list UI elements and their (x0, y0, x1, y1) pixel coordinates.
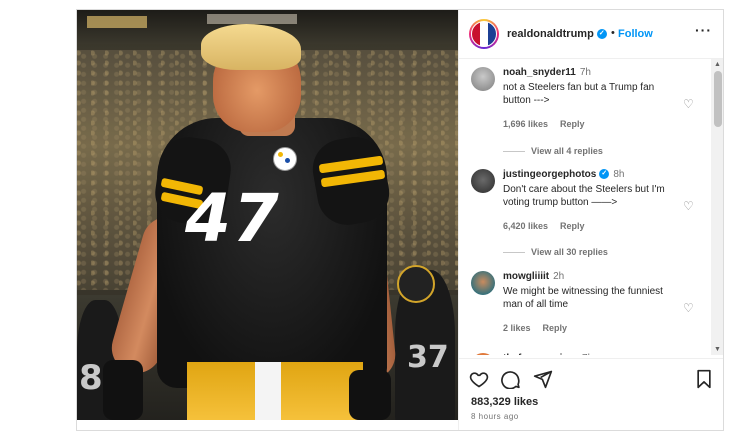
commenter-avatar[interactable] (471, 271, 495, 295)
scroll-up-arrow-icon[interactable]: ▲ (714, 61, 721, 68)
reply-button[interactable]: Reply (543, 323, 568, 333)
comment-time: 7h (579, 67, 591, 78)
player-right-glove (349, 370, 391, 420)
steelers-logo-icon (273, 147, 297, 171)
like-comment-heart-icon[interactable]: ♡ (683, 97, 694, 111)
comments-list: noah_snyder11 7h not a Steelers fan but a… (459, 59, 711, 355)
post-actions (459, 358, 723, 399)
comment-text: Don't care about the Steelers but I'm vo… (503, 184, 665, 208)
comment-meta: 1,696 likes Reply (503, 119, 597, 129)
commenter-username-text: mowgliiiit (503, 271, 550, 282)
commenter-username[interactable]: noah_snyder11 7h (503, 67, 591, 78)
commenter-username-text: noah_snyder11 (503, 67, 576, 78)
pants-stripe (255, 362, 281, 420)
commenter-username-text: justingeorgephotos (503, 169, 597, 180)
follow-button[interactable]: Follow (618, 28, 653, 40)
comment-meta: 6,420 likes Reply (503, 221, 597, 231)
background-player-left-number: 8 (79, 358, 103, 398)
like-comment-heart-icon[interactable]: ♡ (683, 301, 694, 315)
header-separator: • (611, 27, 615, 39)
commenter-avatar[interactable] (471, 67, 495, 91)
scrollbar-thumb[interactable] (714, 71, 722, 127)
author-avatar-image (471, 21, 497, 47)
post-image[interactable]: 8 37 47 (77, 10, 458, 420)
comment-bubble-icon[interactable] (501, 369, 521, 389)
background-helmet (397, 265, 435, 303)
author-username[interactable]: realdonaldtrump ✓ (507, 28, 607, 40)
scroll-down-arrow-icon[interactable]: ▼ (714, 346, 721, 353)
comment-time: 7h (582, 353, 593, 355)
author-username-text: realdonaldtrump (507, 28, 594, 40)
comment-likes[interactable]: 6,420 likes (503, 221, 548, 231)
like-comment-heart-icon[interactable]: ♡ (683, 199, 694, 213)
post-sidebar: realdonaldtrump ✓ • Follow ··· noah_snyde… (458, 10, 723, 430)
background-player-right-number: 37 (407, 340, 449, 375)
comment-text: We might be witnessing the funniest man … (503, 286, 663, 310)
instagram-post: 8 37 47 realdonaldtrump ✓ • Follow ··· n… (76, 9, 724, 431)
commenter-username-text: thefamouspizza (503, 353, 578, 355)
jersey-number: 47 (185, 180, 281, 257)
commenter-username[interactable]: thefamouspizza 7h (503, 353, 593, 355)
save-bookmark-icon[interactable] (695, 369, 713, 389)
reply-button[interactable]: Reply (560, 119, 585, 129)
author-avatar[interactable] (469, 19, 499, 49)
player-left-glove (103, 360, 143, 420)
verified-badge-icon: ✓ (599, 169, 610, 180)
share-send-icon[interactable] (533, 369, 553, 389)
commenter-username[interactable]: justingeorgephotos ✓ 8h (503, 169, 624, 180)
like-heart-icon[interactable] (469, 369, 489, 389)
reply-button[interactable]: Reply (560, 221, 585, 231)
commenter-username[interactable]: mowgliiiit 2h (503, 271, 564, 282)
comment-time: 2h (553, 271, 565, 282)
comment-time: 8h (613, 169, 625, 180)
comments-scrollbar[interactable]: ▲ ▼ (711, 59, 723, 355)
view-replies-link[interactable]: View all 30 replies (503, 247, 608, 257)
view-replies-link[interactable]: View all 4 replies (503, 146, 603, 156)
post-likes-count[interactable]: 883,329 likes (471, 396, 538, 408)
comment-meta: 2 likes Reply (503, 323, 579, 333)
post-header: realdonaldtrump ✓ • Follow ··· (459, 10, 723, 59)
post-timestamp: 8 hours ago (471, 412, 519, 421)
comment-likes[interactable]: 2 likes (503, 323, 531, 333)
comment-likes[interactable]: 1,696 likes (503, 119, 548, 129)
comment-text: not a Steelers fan but a Trump fan butto… (503, 82, 655, 106)
more-options-icon[interactable]: ··· (695, 22, 712, 38)
verified-badge-icon: ✓ (596, 29, 607, 40)
commenter-avatar[interactable] (471, 353, 495, 355)
commenter-avatar[interactable] (471, 169, 495, 193)
player-hair (201, 24, 301, 70)
